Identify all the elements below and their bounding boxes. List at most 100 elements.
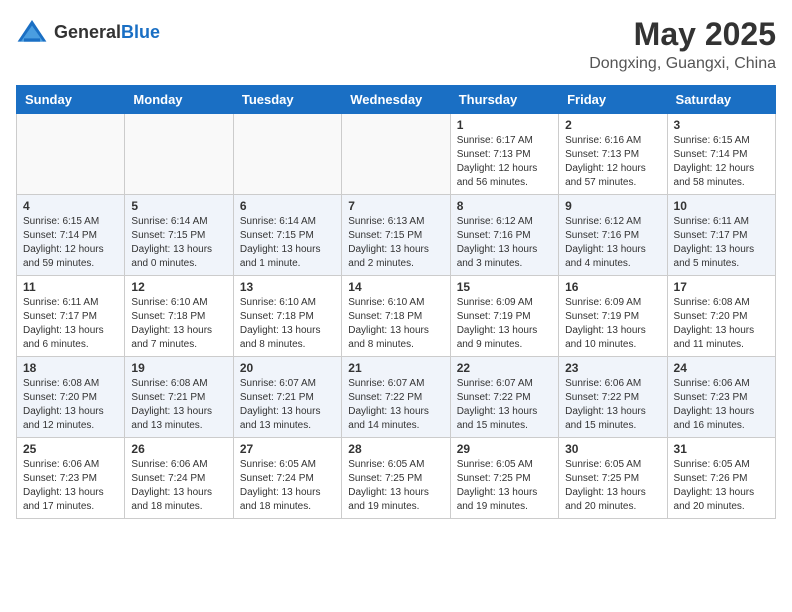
day-info: Sunrise: 6:05 AMSunset: 7:26 PMDaylight:…: [674, 458, 769, 514]
table-row: 28 Sunrise: 6:05 AMSunset: 7:25 PMDayligh…: [342, 438, 450, 519]
day-number: 24: [674, 361, 769, 375]
day-info: Sunrise: 6:05 AMSunset: 7:25 PMDaylight:…: [348, 458, 443, 514]
location-title: Dongxing, Guangxi, China: [589, 55, 776, 73]
table-row: 10Sunrise: 6:11 AMSunset: 7:17 PMDayligh…: [667, 195, 775, 276]
table-row: 3 Sunrise: 6:15 AMSunset: 7:14 PMDaylight…: [667, 114, 775, 195]
day-number: 12: [131, 280, 226, 294]
day-number: 22: [457, 361, 552, 375]
day-number: 26: [131, 442, 226, 456]
day-number: 7: [348, 199, 443, 213]
day-number: 1: [457, 118, 552, 132]
table-row: 25Sunrise: 6:06 AMSunset: 7:23 PMDayligh…: [17, 438, 125, 519]
day-info: Sunrise: 6:16 AMSunset: 7:13 PMDaylight:…: [565, 134, 660, 190]
table-row: 23Sunrise: 6:06 AMSunset: 7:22 PMDayligh…: [559, 357, 667, 438]
day-info: Sunrise: 6:14 AMSunset: 7:15 PMDaylight:…: [131, 215, 226, 271]
table-row: 16 Sunrise: 6:09 AMSunset: 7:19 PMDayligh…: [559, 276, 667, 357]
day-number: 19: [131, 361, 226, 375]
calendar-week-row: 11 Sunrise: 6:11 AMSunset: 7:17 PMDayligh…: [17, 276, 776, 357]
table-row: 31 Sunrise: 6:05 AMSunset: 7:26 PMDayligh…: [667, 438, 775, 519]
col-monday: Monday: [125, 86, 233, 114]
day-number: 6: [240, 199, 335, 213]
table-row: [233, 114, 341, 195]
day-info: Sunrise: 6:08 AMSunset: 7:20 PMDaylight:…: [674, 296, 769, 352]
day-info: Sunrise: 6:05 AMSunset: 7:24 PMDaylight:…: [240, 458, 335, 514]
table-row: 29 Sunrise: 6:05 AMSunset: 7:25 PMDayligh…: [450, 438, 558, 519]
day-info: Sunrise: 6:12 AMSunset: 7:16 PMDaylight:…: [565, 215, 660, 271]
day-number: 25: [23, 442, 118, 456]
day-info: Sunrise: 6:06 AMSunset: 7:23 PMDaylight:…: [674, 377, 769, 433]
day-info: Sunrise: 6:09 AMSunset: 7:19 PMDaylight:…: [565, 296, 660, 352]
day-number: 18: [23, 361, 118, 375]
table-row: 2 Sunrise: 6:16 AMSunset: 7:13 PMDaylight…: [559, 114, 667, 195]
table-row: 8Sunrise: 6:12 AMSunset: 7:16 PMDaylight…: [450, 195, 558, 276]
day-info: Sunrise: 6:11 AMSunset: 7:17 PMDaylight:…: [23, 296, 118, 352]
logo-general: General: [54, 22, 121, 42]
table-row: 15 Sunrise: 6:09 AMSunset: 7:19 PMDayligh…: [450, 276, 558, 357]
table-row: [17, 114, 125, 195]
day-number: 4: [23, 199, 118, 213]
title-block: May 2025 Dongxing, Guangxi, China: [589, 16, 776, 73]
col-wednesday: Wednesday: [342, 86, 450, 114]
table-row: 1 Sunrise: 6:17 AMSunset: 7:13 PMDaylight…: [450, 114, 558, 195]
day-number: 17: [674, 280, 769, 294]
calendar-week-row: 25Sunrise: 6:06 AMSunset: 7:23 PMDayligh…: [17, 438, 776, 519]
col-thursday: Thursday: [450, 86, 558, 114]
day-number: 13: [240, 280, 335, 294]
day-info: Sunrise: 6:15 AMSunset: 7:14 PMDaylight:…: [674, 134, 769, 190]
day-number: 9: [565, 199, 660, 213]
table-row: 24 Sunrise: 6:06 AMSunset: 7:23 PMDayligh…: [667, 357, 775, 438]
table-row: 4 Sunrise: 6:15 AMSunset: 7:14 PMDaylight…: [17, 195, 125, 276]
day-number: 31: [674, 442, 769, 456]
day-number: 11: [23, 280, 118, 294]
calendar-week-row: 4 Sunrise: 6:15 AMSunset: 7:14 PMDaylight…: [17, 195, 776, 276]
table-row: 17 Sunrise: 6:08 AMSunset: 7:20 PMDayligh…: [667, 276, 775, 357]
day-number: 15: [457, 280, 552, 294]
col-sunday: Sunday: [17, 86, 125, 114]
day-info: Sunrise: 6:10 AMSunset: 7:18 PMDaylight:…: [348, 296, 443, 352]
day-number: 27: [240, 442, 335, 456]
day-number: 21: [348, 361, 443, 375]
day-number: 30: [565, 442, 660, 456]
calendar-header-row: Sunday Monday Tuesday Wednesday Thursday…: [17, 86, 776, 114]
day-info: Sunrise: 6:14 AMSunset: 7:15 PMDaylight:…: [240, 215, 335, 271]
day-number: 14: [348, 280, 443, 294]
day-number: 10: [674, 199, 769, 213]
day-info: Sunrise: 6:07 AMSunset: 7:22 PMDaylight:…: [348, 377, 443, 433]
day-number: 8: [457, 199, 552, 213]
day-info: Sunrise: 6:10 AMSunset: 7:18 PMDaylight:…: [131, 296, 226, 352]
day-info: Sunrise: 6:08 AMSunset: 7:20 PMDaylight:…: [23, 377, 118, 433]
table-row: 18 Sunrise: 6:08 AMSunset: 7:20 PMDayligh…: [17, 357, 125, 438]
table-row: 6 Sunrise: 6:14 AMSunset: 7:15 PMDaylight…: [233, 195, 341, 276]
day-info: Sunrise: 6:15 AMSunset: 7:14 PMDaylight:…: [23, 215, 118, 271]
day-number: 23: [565, 361, 660, 375]
day-number: 2: [565, 118, 660, 132]
table-row: 13 Sunrise: 6:10 AMSunset: 7:18 PMDayligh…: [233, 276, 341, 357]
table-row: 14 Sunrise: 6:10 AMSunset: 7:18 PMDayligh…: [342, 276, 450, 357]
day-number: 3: [674, 118, 769, 132]
day-info: Sunrise: 6:07 AMSunset: 7:22 PMDaylight:…: [457, 377, 552, 433]
table-row: 12 Sunrise: 6:10 AMSunset: 7:18 PMDayligh…: [125, 276, 233, 357]
day-info: Sunrise: 6:05 AMSunset: 7:25 PMDaylight:…: [457, 458, 552, 514]
day-info: Sunrise: 6:13 AMSunset: 7:15 PMDaylight:…: [348, 215, 443, 271]
table-row: 22 Sunrise: 6:07 AMSunset: 7:22 PMDayligh…: [450, 357, 558, 438]
day-number: 28: [348, 442, 443, 456]
table-row: [342, 114, 450, 195]
table-row: 5Sunrise: 6:14 AMSunset: 7:15 PMDaylight…: [125, 195, 233, 276]
day-number: 29: [457, 442, 552, 456]
day-number: 20: [240, 361, 335, 375]
calendar-week-row: 18 Sunrise: 6:08 AMSunset: 7:20 PMDayligh…: [17, 357, 776, 438]
logo-icon: [16, 16, 48, 48]
day-info: Sunrise: 6:17 AMSunset: 7:13 PMDaylight:…: [457, 134, 552, 190]
table-row: 30 Sunrise: 6:05 AMSunset: 7:25 PMDayligh…: [559, 438, 667, 519]
day-info: Sunrise: 6:08 AMSunset: 7:21 PMDaylight:…: [131, 377, 226, 433]
day-info: Sunrise: 6:05 AMSunset: 7:25 PMDaylight:…: [565, 458, 660, 514]
day-number: 16: [565, 280, 660, 294]
col-friday: Friday: [559, 86, 667, 114]
day-info: Sunrise: 6:09 AMSunset: 7:19 PMDaylight:…: [457, 296, 552, 352]
day-info: Sunrise: 6:10 AMSunset: 7:18 PMDaylight:…: [240, 296, 335, 352]
page-header: GeneralBlue May 2025 Dongxing, Guangxi, …: [16, 16, 776, 73]
day-info: Sunrise: 6:07 AMSunset: 7:21 PMDaylight:…: [240, 377, 335, 433]
table-row: [125, 114, 233, 195]
table-row: 27 Sunrise: 6:05 AMSunset: 7:24 PMDayligh…: [233, 438, 341, 519]
day-info: Sunrise: 6:06 AMSunset: 7:24 PMDaylight:…: [131, 458, 226, 514]
